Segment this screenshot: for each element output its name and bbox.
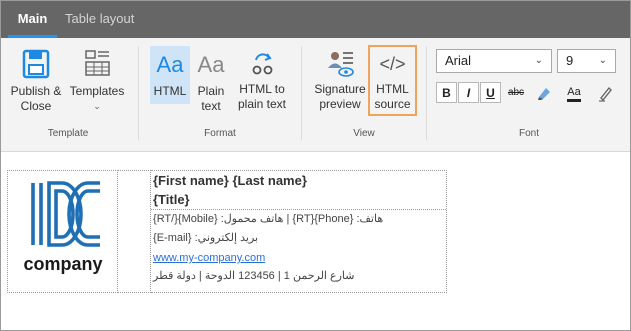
signature-preview-label: Signature preview (314, 82, 366, 111)
group-divider (426, 46, 427, 140)
templates-icon (85, 50, 110, 76)
publish-close-button[interactable]: Publish & Close (7, 46, 65, 122)
bold-button[interactable]: B (436, 82, 457, 103)
code-brackets-icon: </> (379, 54, 406, 74)
font-size-value: 9 (566, 53, 574, 68)
html-source-label: HTML source (374, 82, 411, 111)
html-source-button[interactable]: </> HTML source (368, 45, 417, 116)
logo-wordmark: company (23, 254, 102, 274)
ribbon-tab-bar: Main Table layout (1, 1, 630, 38)
font-family-value: Arial (445, 53, 472, 68)
website-link[interactable]: www.my-company.com (153, 252, 265, 264)
strikethrough-button[interactable]: abc (504, 82, 528, 103)
chevron-down-icon: ⌄ (598, 55, 607, 66)
font-color-button[interactable]: Aa (562, 82, 586, 103)
phone-line: هاتف: {Phone}{RT} | هاتف محمول: {Mobile}… (153, 213, 384, 225)
email-line: بريد إلكتروني: {E-mail} (153, 232, 259, 244)
spacer-cell (117, 170, 151, 293)
signature-preview-button[interactable]: Signature preview (312, 46, 368, 122)
signature-editor-window: Main Table layout Publish & Close Templa… (0, 0, 631, 331)
html-format-button[interactable]: Aa HTML (150, 46, 190, 104)
signature-preview-icon (328, 52, 354, 77)
group-divider (138, 46, 139, 140)
name-line: {First name} {Last name} (153, 173, 307, 188)
publish-close-label: Publish & Close (10, 84, 62, 113)
title-line: {Title} (151, 190, 446, 210)
underline-button[interactable]: U (480, 82, 501, 103)
plain-text-label: Plain text (197, 84, 225, 113)
plain-text-icon: Aa (197, 52, 225, 77)
details-cell: {First name} {Last name} {Title} هاتف: {… (150, 170, 447, 293)
address-line: شارع الرحمن 1 | 123456 الدوحة | دولة قطر (153, 270, 355, 282)
font-color-icon: Aa (567, 85, 581, 102)
font-size-dropdown[interactable]: 9 ⌄ (557, 49, 616, 73)
highlight-button[interactable] (534, 82, 555, 103)
highlighter-icon (537, 88, 550, 100)
view-group-label: View (353, 128, 375, 139)
signature-canvas[interactable]: company {First name} {Last name} {Title}… (1, 152, 630, 330)
convert-icon (252, 53, 273, 75)
plain-text-format-button[interactable]: Aa Plain text (194, 46, 228, 122)
html-to-plain-text-label: HTML to plain text (237, 82, 287, 111)
format-group-label: Format (204, 128, 236, 139)
html-format-icon: Aa (156, 52, 184, 77)
company-logo: company (23, 181, 103, 274)
clear-format-button[interactable] (594, 82, 615, 103)
templates-button[interactable]: Templates ⌄ (67, 46, 127, 122)
signature-table: company {First name} {Last name} {Title}… (7, 170, 447, 293)
html-to-plain-text-button[interactable]: HTML to plain text (233, 46, 291, 122)
chevron-down-icon: ⌄ (93, 101, 101, 111)
website-link-row: www.my-company.com (151, 248, 446, 267)
logo-cell: company (7, 170, 118, 293)
font-group-label: Font (518, 128, 539, 139)
eraser-pen-icon (598, 86, 612, 102)
chevron-down-icon: ⌄ (534, 55, 543, 66)
font-family-dropdown[interactable]: Arial ⌄ (436, 49, 552, 73)
ribbon: Publish & Close Templates ⌄ Template Aa … (1, 38, 630, 152)
html-format-label: HTML (153, 84, 187, 98)
templates-label: Templates (69, 84, 125, 98)
tab-main[interactable]: Main (8, 1, 57, 38)
tab-table-layout[interactable]: Table layout (65, 1, 134, 38)
italic-button[interactable]: I (458, 82, 479, 103)
group-divider (301, 46, 302, 140)
save-disk-icon (22, 49, 50, 79)
template-group-label: Template (47, 128, 89, 139)
